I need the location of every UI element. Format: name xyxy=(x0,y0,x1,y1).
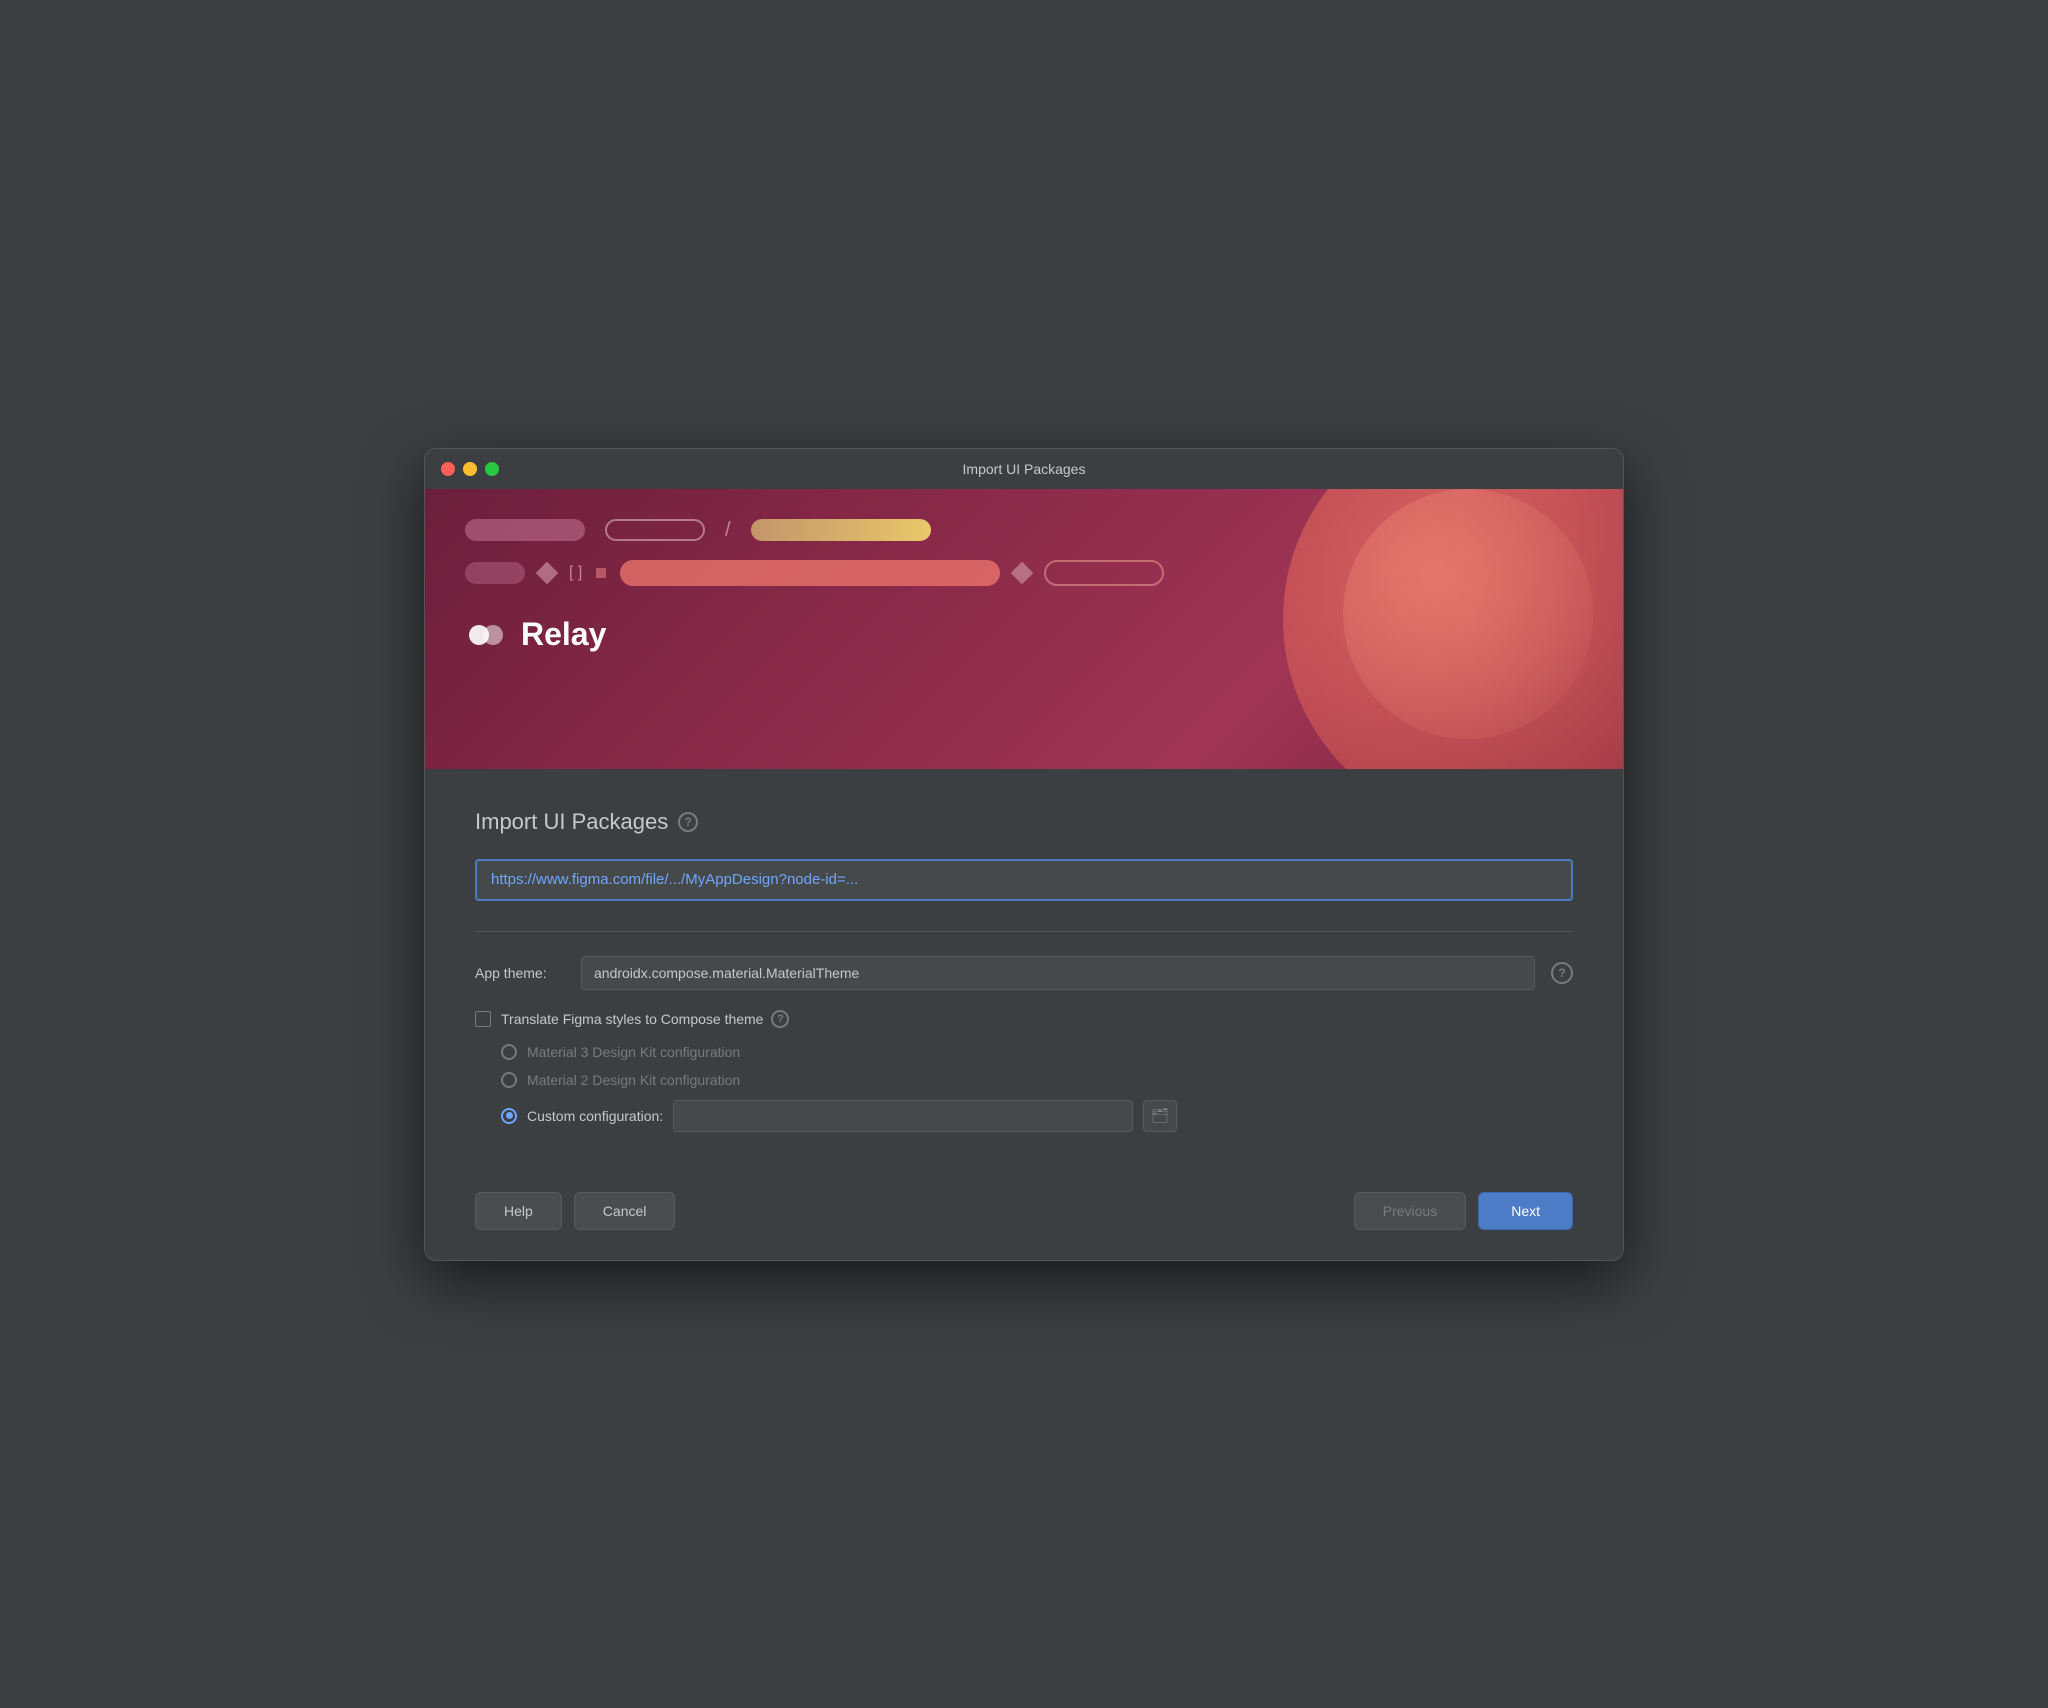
decorative-pill-salmon xyxy=(620,560,1000,586)
footer: Help Cancel Previous Next xyxy=(425,1172,1623,1260)
window-controls xyxy=(441,462,499,476)
maximize-button[interactable] xyxy=(485,462,499,476)
radio-row-material3: Material 3 Design Kit configuration xyxy=(501,1044,1573,1060)
diamond-decoration xyxy=(536,561,559,584)
section-help-icon[interactable]: ? xyxy=(678,812,698,832)
custom-config-row: Custom configuration: 🗂 xyxy=(527,1100,1177,1132)
relay-logo: Relay xyxy=(465,614,1583,656)
bracket-decoration: [ ] xyxy=(569,564,582,582)
relay-logo-icon xyxy=(465,614,507,656)
window: Import UI Packages / [ ] xyxy=(424,448,1624,1261)
decorative-pill-4 xyxy=(465,562,525,584)
hero-decoratives: / [ ] xyxy=(465,519,1583,586)
decorative-pill-2 xyxy=(605,519,705,541)
main-content: Import UI Packages ? App theme: ? Transl… xyxy=(425,769,1623,1172)
translate-checkbox-label: Translate Figma styles to Compose theme … xyxy=(501,1010,789,1028)
hero-row1: / xyxy=(465,519,1583,542)
section-title-row: Import UI Packages ? xyxy=(475,809,1573,835)
url-input[interactable] xyxy=(491,871,1557,888)
decorative-pill-salmon-outline xyxy=(1044,560,1164,586)
title-bar: Import UI Packages xyxy=(425,449,1623,489)
decorative-pill-1 xyxy=(465,519,585,541)
next-button[interactable]: Next xyxy=(1478,1192,1573,1230)
minimize-button[interactable] xyxy=(463,462,477,476)
radio-row-material2: Material 2 Design Kit configuration xyxy=(501,1072,1573,1088)
cancel-button[interactable]: Cancel xyxy=(574,1192,676,1230)
diamond-decoration-2 xyxy=(1011,561,1034,584)
radio-group: Material 3 Design Kit configuration Mate… xyxy=(501,1044,1573,1132)
divider xyxy=(475,931,1573,932)
relay-logo-text: Relay xyxy=(521,616,606,653)
app-theme-row: App theme: ? xyxy=(475,956,1573,990)
decorative-pill-3 xyxy=(751,519,931,541)
hero-banner: / [ ] Relay xyxy=(425,489,1623,769)
footer-right: Previous Next xyxy=(1354,1192,1573,1230)
footer-left: Help Cancel xyxy=(475,1192,675,1230)
app-theme-label: App theme: xyxy=(475,965,565,981)
radio-material3[interactable] xyxy=(501,1044,517,1060)
translate-checkbox[interactable] xyxy=(475,1011,491,1027)
radio-label-material3: Material 3 Design Kit configuration xyxy=(527,1044,740,1060)
window-title: Import UI Packages xyxy=(963,461,1086,477)
theme-help-icon[interactable]: ? xyxy=(1551,962,1573,984)
square-decoration xyxy=(596,568,606,578)
translate-checkbox-row: Translate Figma styles to Compose theme … xyxy=(475,1010,1573,1028)
slash-decoration: / xyxy=(725,519,731,542)
folder-icon: 🗂 xyxy=(1151,1107,1169,1124)
custom-config-input[interactable] xyxy=(673,1100,1133,1132)
translate-help-icon[interactable]: ? xyxy=(771,1010,789,1028)
radio-material2[interactable] xyxy=(501,1072,517,1088)
previous-button[interactable]: Previous xyxy=(1354,1192,1466,1230)
radio-custom[interactable] xyxy=(501,1108,517,1124)
hero-row2: [ ] xyxy=(465,560,1583,586)
folder-button[interactable]: 🗂 xyxy=(1143,1100,1177,1132)
radio-row-custom: Custom configuration: 🗂 xyxy=(501,1100,1573,1132)
radio-label-material2: Material 2 Design Kit configuration xyxy=(527,1072,740,1088)
radio-label-custom: Custom configuration: xyxy=(527,1108,663,1124)
url-input-container[interactable] xyxy=(475,859,1573,901)
app-theme-input[interactable] xyxy=(581,956,1535,990)
close-button[interactable] xyxy=(441,462,455,476)
section-title-text: Import UI Packages xyxy=(475,809,668,835)
help-button[interactable]: Help xyxy=(475,1192,562,1230)
